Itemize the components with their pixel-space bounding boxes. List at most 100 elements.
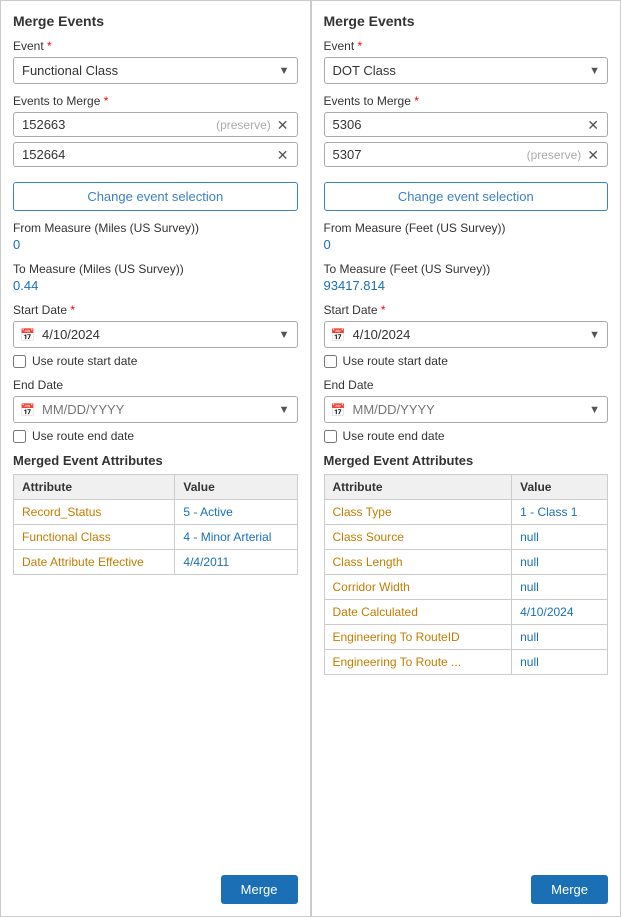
attr-value-1-0: 1 - Class 1 [512,500,608,525]
use-route-start-checkbox-0[interactable] [13,355,26,368]
attr-name-1-1: Class Source [324,525,512,550]
to-measure-value-1: 93417.814 [324,278,609,293]
event-select-0[interactable]: Functional ClassDOT Class [13,57,298,84]
merge-btn-0[interactable]: Merge [221,875,298,904]
panel-title-1: Merge Events [324,13,609,29]
attributes-table-0: Attribute Value Record_Status 5 - Active… [13,474,298,575]
attr-name-1-6: Engineering To Route ... [324,650,512,675]
change-event-btn-1[interactable]: Change event selection [324,182,609,211]
start-date-input-1[interactable] [324,321,609,348]
attr-value-1-3: null [512,575,608,600]
start-date-input-0[interactable] [13,321,298,348]
event-close-1-0[interactable]: ✕ [587,118,599,132]
attr-name-1-3: Corridor Width [324,575,512,600]
attr-name-1-5: Engineering To RouteID [324,625,512,650]
end-date-label-0: End Date [13,378,298,392]
use-route-start-label-1: Use route start date [343,354,448,368]
events-to-merge-1: 5306 ✕ 5307 (preserve) ✕ [324,112,609,172]
attr-value-1-1: null [512,525,608,550]
attr-name-0-1: Functional Class [14,525,175,550]
table-row-1-2: Class Length null [324,550,608,575]
end-date-label-1: End Date [324,378,609,392]
end-date-input-1[interactable] [324,396,609,423]
attributes-table-1: Attribute Value Class Type 1 - Class 1 C… [324,474,609,675]
required-star3-0: * [70,303,75,317]
panel-right: Merge Events Event * DOT ClassFunctional … [311,0,621,917]
use-route-end-label-1: Use route end date [343,429,445,443]
from-measure-value-1: 0 [324,237,609,252]
change-event-btn-0[interactable]: Change event selection [13,182,298,211]
preserve-label-1-1: (preserve) [527,148,582,162]
panel-left: Merge EventsEvent * Functional ClassDOT … [0,0,311,917]
value-col-header-0: Value [175,475,297,500]
use-route-start-row-1: Use route start date [324,354,609,368]
start-date-label-0: Start Date * [13,303,298,317]
table-row-1-6: Engineering To Route ... null [324,650,608,675]
use-route-end-checkbox-0[interactable] [13,430,26,443]
use-route-start-checkbox-1[interactable] [324,355,337,368]
event-value-1-0: 5306 [333,117,588,132]
event-close-0-0[interactable]: ✕ [277,118,289,132]
event-select-wrapper-0[interactable]: Functional ClassDOT Class ▼ [13,57,298,84]
use-route-start-label-0: Use route start date [32,354,137,368]
event-item-1-0: 5306 ✕ [324,112,609,137]
table-row-0-2: Date Attribute Effective 4/4/2011 [14,550,298,575]
table-row-1-5: Engineering To RouteID null [324,625,608,650]
end-date-wrapper-1[interactable]: 📅 ▼ [324,396,609,423]
attr-name-1-0: Class Type [324,500,512,525]
use-route-end-row-0: Use route end date [13,429,298,443]
attr-name-1-2: Class Length [324,550,512,575]
required-star2-0: * [104,94,109,108]
event-item-0-0: 152663 (preserve) ✕ [13,112,298,137]
panels-container: Merge EventsEvent * Functional ClassDOT … [0,0,621,917]
event-label-1: Event * [324,39,609,53]
table-row-0-1: Functional Class 4 - Minor Arterial [14,525,298,550]
event-item-1-1: 5307 (preserve) ✕ [324,142,609,167]
event-label-0: Event * [13,39,298,53]
attr-col-header-0: Attribute [14,475,175,500]
table-row-1-1: Class Source null [324,525,608,550]
event-value-1-1: 5307 [333,147,527,162]
table-row-0-0: Record_Status 5 - Active [14,500,298,525]
required-star-1: * [358,39,363,53]
attr-name-0-0: Record_Status [14,500,175,525]
attr-value-1-2: null [512,550,608,575]
attr-name-0-2: Date Attribute Effective [14,550,175,575]
use-route-start-row-0: Use route start date [13,354,298,368]
spacer-0 [13,575,298,904]
event-close-1-1[interactable]: ✕ [587,148,599,162]
event-select-1[interactable]: DOT ClassFunctional Class [324,57,609,84]
event-value-0-0: 152663 [22,117,216,132]
event-item-0-1: 152664 ✕ [13,142,298,167]
use-route-end-checkbox-1[interactable] [324,430,337,443]
required-star3-1: * [381,303,386,317]
events-to-merge-0: 152663 (preserve) ✕ 152664 ✕ [13,112,298,172]
attr-name-1-4: Date Calculated [324,600,512,625]
attr-value-1-4: 4/10/2024 [512,600,608,625]
from-measure-value-0: 0 [13,237,298,252]
table-row-1-0: Class Type 1 - Class 1 [324,500,608,525]
attr-value-0-1: 4 - Minor Arterial [175,525,297,550]
event-value-0-1: 152664 [22,147,277,162]
to-measure-label-0: To Measure (Miles (US Survey)) [13,262,298,276]
merge-btn-1[interactable]: Merge [531,875,608,904]
start-date-wrapper-1[interactable]: 📅 ▼ [324,321,609,348]
table-row-1-3: Corridor Width null [324,575,608,600]
required-star2-1: * [414,94,419,108]
end-date-wrapper-0[interactable]: 📅 ▼ [13,396,298,423]
attr-value-1-5: null [512,625,608,650]
event-close-0-1[interactable]: ✕ [277,148,289,162]
attr-value-1-6: null [512,650,608,675]
start-date-wrapper-0[interactable]: 📅 ▼ [13,321,298,348]
events-to-merge-label-1: Events to Merge * [324,94,609,108]
table-row-1-4: Date Calculated 4/10/2024 [324,600,608,625]
events-to-merge-label-0: Events to Merge * [13,94,298,108]
end-date-input-0[interactable] [13,396,298,423]
required-star-0: * [47,39,52,53]
start-date-label-1: Start Date * [324,303,609,317]
preserve-label-0-0: (preserve) [216,118,271,132]
event-select-wrapper-1[interactable]: DOT ClassFunctional Class ▼ [324,57,609,84]
spacer-1 [324,675,609,904]
merged-attrs-title-0: Merged Event Attributes [13,453,298,468]
from-measure-label-1: From Measure (Feet (US Survey)) [324,221,609,235]
